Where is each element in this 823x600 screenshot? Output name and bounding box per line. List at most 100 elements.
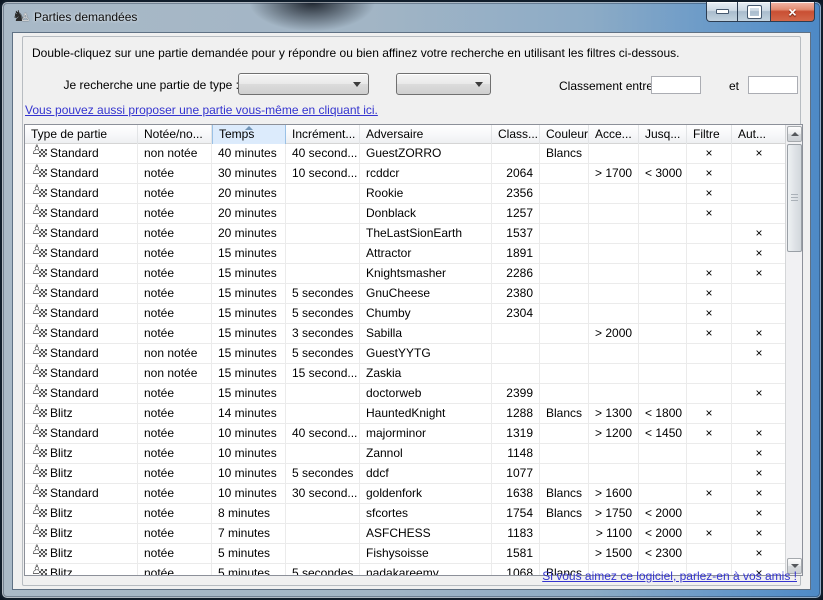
vertical-scrollbar[interactable] <box>785 125 802 575</box>
cell-temps: 20 minutes <box>212 204 286 223</box>
column-header-filtre[interactable]: Filtre <box>687 125 732 144</box>
table-row[interactable]: ♙Standardnotée15 minutesdoctorweb2399× <box>25 384 787 404</box>
column-header-label: Class... <box>498 127 538 141</box>
cell-temps: 30 minutes <box>212 164 286 183</box>
cell-temps: 15 minutes <box>212 244 286 263</box>
game-subtype-select[interactable] <box>396 73 491 95</box>
column-header-type[interactable]: Type de partie <box>25 125 138 144</box>
cell-couleur: Blancs <box>540 144 589 163</box>
scroll-up-button[interactable] <box>787 126 802 142</box>
table-row[interactable]: ♙Standardnon notée40 minutes40 second...… <box>25 144 787 164</box>
chess-pawn-board-icon: ♙ <box>31 246 48 259</box>
cell-adversaire: Knightsmasher <box>360 264 492 283</box>
cell-note: notée <box>138 244 212 263</box>
client-area: Double-cliquez sur une partie demandée p… <box>12 32 811 590</box>
cell-couleur <box>540 164 589 183</box>
cell-acce <box>589 184 639 203</box>
table-row[interactable]: ♙Blitznotée8 minutessfcortes1754Blancs> … <box>25 504 787 524</box>
cell-type: ♙Blitz <box>25 444 138 463</box>
cell-increment <box>286 524 360 543</box>
chess-pawn-board-icon: ♙ <box>31 546 48 559</box>
column-header-aut[interactable]: Aut... <box>732 125 787 144</box>
cell-increment <box>286 404 360 423</box>
game-type-select[interactable] <box>238 73 369 95</box>
column-header-label: Jusq... <box>645 127 680 141</box>
cell-couleur <box>540 344 589 363</box>
chess-pawn-board-icon: ♙ <box>31 446 48 459</box>
cell-jusq <box>639 264 687 283</box>
cell-note: notée <box>138 504 212 523</box>
column-header-adversaire[interactable]: Adversaire <box>360 125 492 144</box>
cell-acce <box>589 224 639 243</box>
table-row[interactable]: ♙Standardnotée10 minutes40 second...majo… <box>25 424 787 444</box>
cell-couleur <box>540 544 589 563</box>
column-header-label: Adversaire <box>366 127 423 141</box>
cell-type: ♙Standard <box>25 244 138 263</box>
cell-filtre: × <box>687 484 732 503</box>
table-row[interactable]: ♙Blitznotée10 minutesZannol1148× <box>25 444 787 464</box>
cell-increment <box>286 504 360 523</box>
table-row[interactable]: ♙Blitznotée14 minutesHauntedKnight1288Bl… <box>25 404 787 424</box>
cell-temps: 7 minutes <box>212 524 286 543</box>
cell-increment: 5 secondes <box>286 284 360 303</box>
column-header-classement[interactable]: Class... <box>492 125 540 144</box>
cell-classement <box>492 324 540 343</box>
table-row[interactable]: ♙Standardnotée15 minutes5 secondesGnuChe… <box>25 284 787 304</box>
cell-temps: 15 minutes <box>212 284 286 303</box>
maximize-button[interactable] <box>738 2 770 22</box>
close-button[interactable]: × <box>770 2 815 22</box>
cell-aut: × <box>732 524 787 543</box>
column-header-acce[interactable]: Acce... <box>589 125 639 144</box>
chess-pawn-board-icon: ♙ <box>31 146 48 159</box>
column-header-temps[interactable]: Temps <box>212 125 286 144</box>
cell-acce <box>589 344 639 363</box>
table-row[interactable]: ♙Blitznotée10 minutes5 secondesddcf1077× <box>25 464 787 484</box>
cell-note: notée <box>138 424 212 443</box>
cell-increment: 15 second... <box>286 364 360 383</box>
cell-aut: × <box>732 344 787 363</box>
table-row[interactable]: ♙Standardnotée15 minutesKnightsmasher228… <box>25 264 787 284</box>
cell-couleur <box>540 524 589 543</box>
cell-aut: × <box>732 244 787 263</box>
minimize-button[interactable] <box>706 2 738 22</box>
scrollbar-thumb[interactable] <box>787 144 802 252</box>
table-row[interactable]: ♙Standardnon notée15 minutes15 second...… <box>25 364 787 384</box>
rating-max-input[interactable] <box>748 76 798 94</box>
cell-jusq <box>639 344 687 363</box>
cell-couleur <box>540 184 589 203</box>
cell-acce: > 1300 <box>589 404 639 423</box>
cell-filtre: × <box>687 324 732 343</box>
cell-filtre: × <box>687 524 732 543</box>
cell-acce: > 1500 <box>589 544 639 563</box>
table-row[interactable]: ♙Standardnotée30 minutes10 second...rcdd… <box>25 164 787 184</box>
share-software-link[interactable]: Si vous aimez ce logiciel, parlez-en à v… <box>542 569 797 583</box>
column-header-couleur[interactable]: Couleur <box>540 125 589 144</box>
column-header-jusq[interactable]: Jusq... <box>639 125 687 144</box>
column-header-increment[interactable]: Incrément... <box>286 125 360 144</box>
title-bar[interactable]: ♞♙ Parties demandées × <box>2 2 821 32</box>
table-row[interactable]: ♙Blitznotée5 minutesFishysoisse1581> 150… <box>25 544 787 564</box>
rating-min-input[interactable] <box>651 76 701 94</box>
cell-adversaire: Sabilla <box>360 324 492 343</box>
table-row[interactable]: ♙Standardnotée15 minutes5 secondesChumby… <box>25 304 787 324</box>
cell-filtre: × <box>687 304 732 323</box>
table-row[interactable]: ♙Standardnotée10 minutes30 second...gold… <box>25 484 787 504</box>
table-row[interactable]: ♙Standardnotée20 minutesRookie2356× <box>25 184 787 204</box>
table-row[interactable]: ♙Blitznotée7 minutesASFCHESS1183> 1100< … <box>25 524 787 544</box>
table-row[interactable]: ♙Standardnotée20 minutesDonblack1257× <box>25 204 787 224</box>
cell-aut: × <box>732 544 787 563</box>
cell-acce <box>589 204 639 223</box>
table-row[interactable]: ♙Standardnotée15 minutesAttractor1891× <box>25 244 787 264</box>
cell-temps: 10 minutes <box>212 484 286 503</box>
table-row[interactable]: ♙Standardnon notée15 minutes5 secondesGu… <box>25 344 787 364</box>
cell-note: non notée <box>138 144 212 163</box>
table-row[interactable]: ♙Standardnotée15 minutes3 secondesSabill… <box>25 324 787 344</box>
column-header-note[interactable]: Notée/no... <box>138 125 212 144</box>
cell-type: ♙Standard <box>25 284 138 303</box>
table-row[interactable]: ♙Standardnotée20 minutesTheLastSionEarth… <box>25 224 787 244</box>
cell-filtre: × <box>687 264 732 283</box>
cell-acce <box>589 144 639 163</box>
propose-game-link[interactable]: Vous pouvez aussi proposer une partie vo… <box>25 103 378 117</box>
cell-adversaire: GnuCheese <box>360 284 492 303</box>
cell-aut: × <box>732 144 787 163</box>
